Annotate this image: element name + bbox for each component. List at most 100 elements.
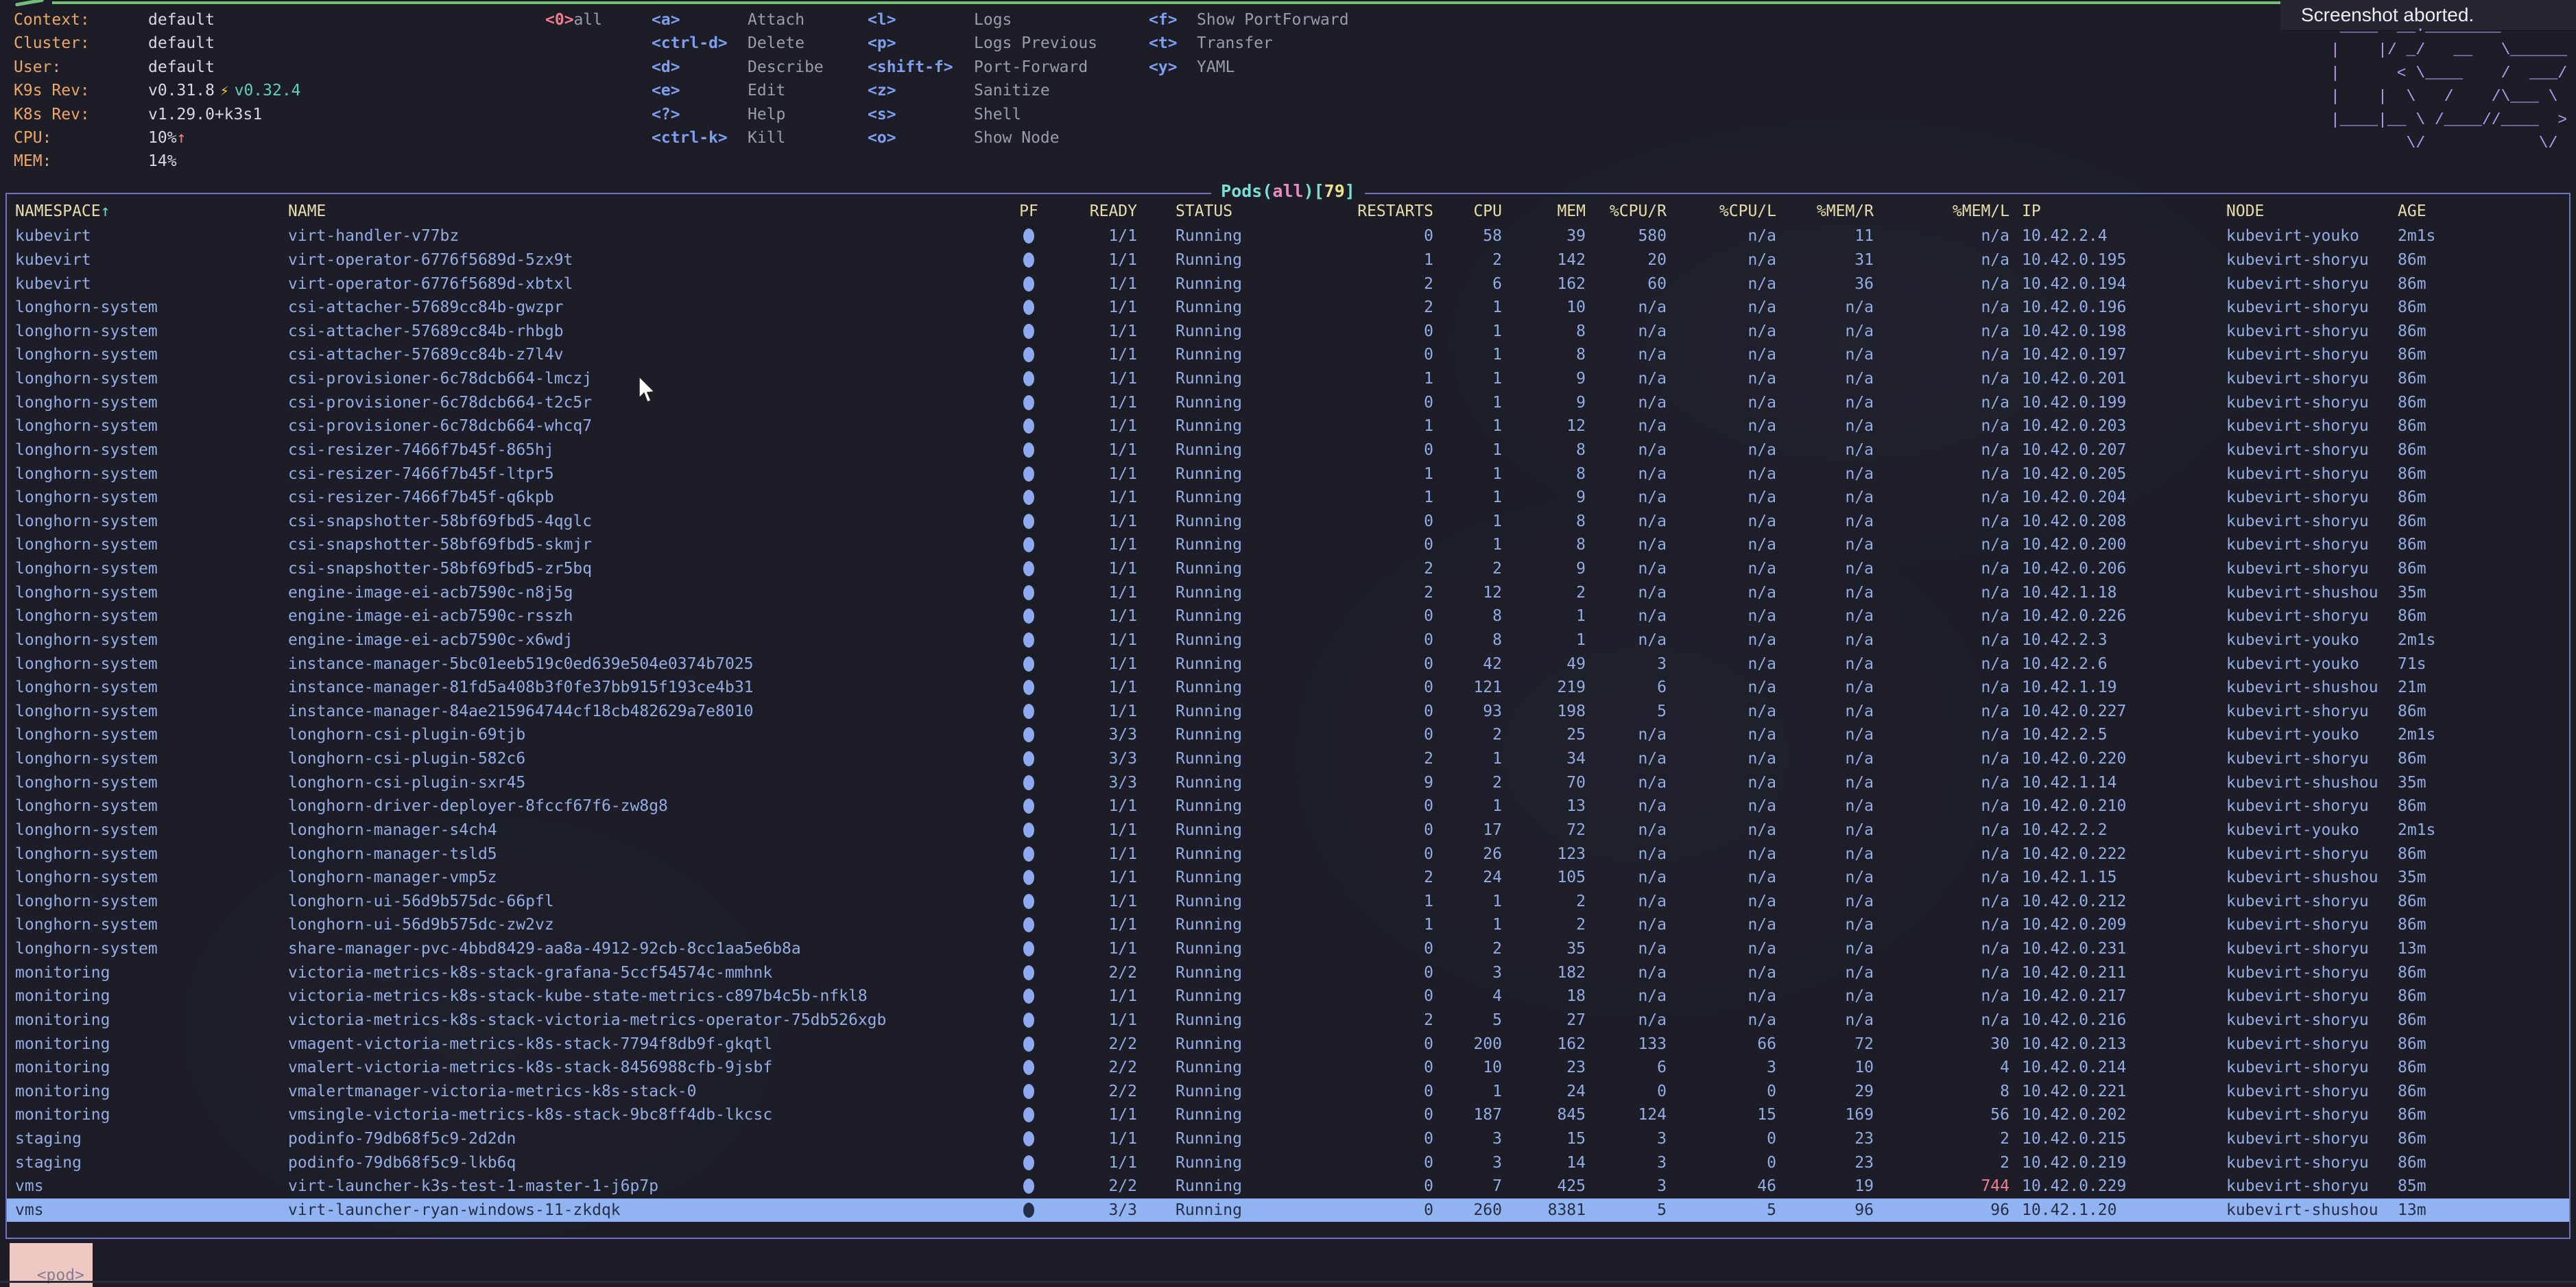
cell-status: Running [1137, 893, 1248, 910]
table-row[interactable]: monitoringvmsingle-victoria-metrics-k8s-… [7, 1103, 2569, 1127]
table-row[interactable]: longhorn-systemlonghorn-csi-plugin-69tjb… [7, 723, 2569, 747]
table-row[interactable]: longhorn-systeminstance-manager-81fd5a40… [7, 676, 2569, 700]
cell-cpu-l: n/a [1667, 536, 1776, 554]
table-row[interactable]: longhorn-systemshare-manager-pvc-4bbd842… [7, 937, 2569, 961]
cell-cpu: 7 [1433, 1177, 1502, 1195]
table-row[interactable]: longhorn-systemcsi-attacher-57689cc84b-z… [7, 343, 2569, 367]
column-header-pf[interactable]: PF [1015, 202, 1042, 220]
column-header-ready[interactable]: READY [1042, 202, 1137, 220]
cell-mem: 123 [1502, 845, 1586, 863]
column-header-cpur[interactable]: %CPU/R [1586, 202, 1667, 220]
table-row[interactable]: longhorn-systemlonghorn-csi-plugin-sxr45… [7, 770, 2569, 794]
table-row[interactable]: monitoringvictoria-metrics-k8s-stack-kub… [7, 984, 2569, 1008]
cell-cpu: 3 [1433, 1130, 1502, 1148]
cell-ready: 1/1 [1042, 702, 1137, 720]
table-row[interactable]: longhorn-systemlonghorn-ui-56d9b575dc-66… [7, 890, 2569, 914]
column-header-age[interactable]: AGE [2394, 202, 2569, 220]
table-row[interactable]: longhorn-systemcsi-resizer-7466f7b45f-q6… [7, 486, 2569, 510]
table-row[interactable]: longhorn-systemcsi-provisioner-6c78dcb66… [7, 390, 2569, 414]
cell-mem-r: n/a [1776, 940, 1874, 958]
menu-item-label: Describe [748, 58, 824, 76]
cell-namespace: longhorn-system [7, 298, 288, 316]
column-header-name[interactable]: NAME [288, 202, 1015, 220]
cell-cpu-r: 3 [1586, 655, 1667, 673]
table-row[interactable]: vmsvirt-launcher-k3s-test-1-master-1-j6p… [7, 1174, 2569, 1199]
table-row[interactable]: monitoringvmalert-victoria-metrics-k8s-s… [7, 1056, 2569, 1080]
table-row[interactable]: longhorn-systemcsi-attacher-57689cc84b-g… [7, 296, 2569, 320]
cell-mem-r: n/a [1776, 916, 1874, 934]
table-row[interactable]: longhorn-systemcsi-resizer-7466f7b45f-lt… [7, 462, 2569, 486]
table-row[interactable]: longhorn-systemengine-image-ei-acb7590c-… [7, 628, 2569, 652]
column-header-status[interactable]: STATUS [1137, 202, 1248, 220]
cell-mem: 198 [1502, 702, 1586, 720]
table-row[interactable]: longhorn-systeminstance-manager-84ae2159… [7, 700, 2569, 724]
cluster-info-field: User:default [14, 56, 301, 79]
cell-ready: 1/1 [1042, 298, 1137, 316]
table-row[interactable]: longhorn-systemcsi-snapshotter-58bf69fbd… [7, 557, 2569, 581]
pod-status-dot-icon [1023, 1131, 1034, 1146]
table-row[interactable]: stagingpodinfo-79db68f5c9-lkb6q1/1Runnin… [7, 1150, 2569, 1174]
table-row[interactable]: longhorn-systemcsi-provisioner-6c78dcb66… [7, 414, 2569, 438]
cell-mem: 105 [1502, 869, 1586, 886]
column-header-meml[interactable]: %MEM/L [1874, 202, 2009, 220]
menu-item-label: Kill [748, 129, 785, 147]
cell-cpu: 4 [1433, 987, 1502, 1005]
cell-name: longhorn-csi-plugin-sxr45 [288, 774, 1015, 792]
column-header-node[interactable]: NODE [2222, 202, 2394, 220]
column-header-memr[interactable]: %MEM/R [1776, 202, 1874, 220]
table-row[interactable]: longhorn-systemcsi-snapshotter-58bf69fbd… [7, 533, 2569, 557]
column-header-mem[interactable]: MEM [1502, 202, 1586, 220]
table-row[interactable]: longhorn-systemlonghorn-manager-vmp5z1/1… [7, 866, 2569, 890]
table-row[interactable]: longhorn-systemcsi-provisioner-6c78dcb66… [7, 367, 2569, 391]
cell-name: csi-resizer-7466f7b45f-q6kpb [288, 488, 1015, 506]
column-header-namespace[interactable]: NAMESPACE↑ [7, 202, 288, 220]
table-row[interactable]: longhorn-systemlonghorn-manager-tsld51/1… [7, 842, 2569, 866]
cell-cpu-l: n/a [1667, 607, 1776, 625]
cell-age: 86m [2394, 488, 2569, 506]
cell-age: 86m [2394, 346, 2569, 364]
column-header-restarts[interactable]: RESTARTS [1248, 202, 1433, 220]
table-row-selected[interactable]: vmsvirt-launcher-ryan-windows-11-zkdqk3/… [7, 1199, 2569, 1223]
table-row[interactable]: monitoringvictoria-metrics-k8s-stack-vic… [7, 1008, 2569, 1032]
table-row[interactable]: kubevirtvirt-handler-v77bz1/1Running0583… [7, 224, 2569, 248]
pod-status-dot-icon [1023, 989, 1034, 1004]
cell-cpu: 8 [1433, 607, 1502, 625]
table-row[interactable]: monitoringvictoria-metrics-k8s-stack-gra… [7, 960, 2569, 984]
column-header-cpul[interactable]: %CPU/L [1667, 202, 1776, 220]
table-row[interactable]: longhorn-systemlonghorn-csi-plugin-582c6… [7, 747, 2569, 771]
cluster-info-field: K9s Rev:v0.31.8⚡v0.32.4 [14, 79, 301, 102]
cell-restarts: 0 [1248, 702, 1433, 720]
table-row[interactable]: stagingpodinfo-79db68f5c9-2d2dn1/1Runnin… [7, 1127, 2569, 1151]
cell-restarts: 0 [1248, 607, 1433, 625]
table-row[interactable]: kubevirtvirt-operator-6776f5689d-xbtxl1/… [7, 272, 2569, 296]
table-row[interactable]: longhorn-systemlonghorn-manager-s4ch41/1… [7, 818, 2569, 842]
table-row[interactable]: longhorn-systemengine-image-ei-acb7590c-… [7, 604, 2569, 628]
cell-ready: 2/2 [1042, 964, 1137, 982]
table-row[interactable]: longhorn-systemcsi-attacher-57689cc84b-r… [7, 320, 2569, 344]
table-row[interactable]: longhorn-systemlonghorn-ui-56d9b575dc-zw… [7, 913, 2569, 937]
cell-cpu: 10 [1433, 1059, 1502, 1076]
table-row[interactable]: longhorn-systeminstance-manager-5bc01eeb… [7, 652, 2569, 676]
cell-ip: 10.42.0.199 [2009, 394, 2222, 412]
cell-name: instance-manager-5bc01eeb519c0ed639e504e… [288, 655, 1015, 673]
table-row[interactable]: longhorn-systemengine-image-ei-acb7590c-… [7, 580, 2569, 604]
pf-indicator [1015, 751, 1042, 766]
cell-namespace: longhorn-system [7, 893, 288, 910]
pf-indicator [1015, 1037, 1042, 1052]
cell-cpu-r: n/a [1586, 417, 1667, 435]
table-row[interactable]: kubevirtvirt-operator-6776f5689d-5zx9t1/… [7, 248, 2569, 272]
cell-node: kubevirt-shoryu [2222, 1177, 2394, 1195]
cell-name: podinfo-79db68f5c9-lkb6q [288, 1154, 1015, 1172]
table-row[interactable]: longhorn-systemlonghorn-driver-deployer-… [7, 794, 2569, 818]
cell-cpu-r: 3 [1586, 1154, 1667, 1172]
table-row[interactable]: monitoringvmalertmanager-victoria-metric… [7, 1080, 2569, 1104]
cell-namespace: longhorn-system [7, 417, 288, 435]
cell-name: virt-handler-v77bz [288, 227, 1015, 245]
table-row[interactable]: longhorn-systemcsi-snapshotter-58bf69fbd… [7, 510, 2569, 534]
table-row[interactable]: monitoringvmagent-victoria-metrics-k8s-s… [7, 1032, 2569, 1056]
cell-mem: 162 [1502, 275, 1586, 293]
table-row[interactable]: longhorn-systemcsi-resizer-7466f7b45f-86… [7, 438, 2569, 462]
column-header-ip[interactable]: IP [2009, 202, 2222, 220]
cell-name: longhorn-csi-plugin-582c6 [288, 750, 1015, 768]
column-header-cpu[interactable]: CPU [1433, 202, 1502, 220]
